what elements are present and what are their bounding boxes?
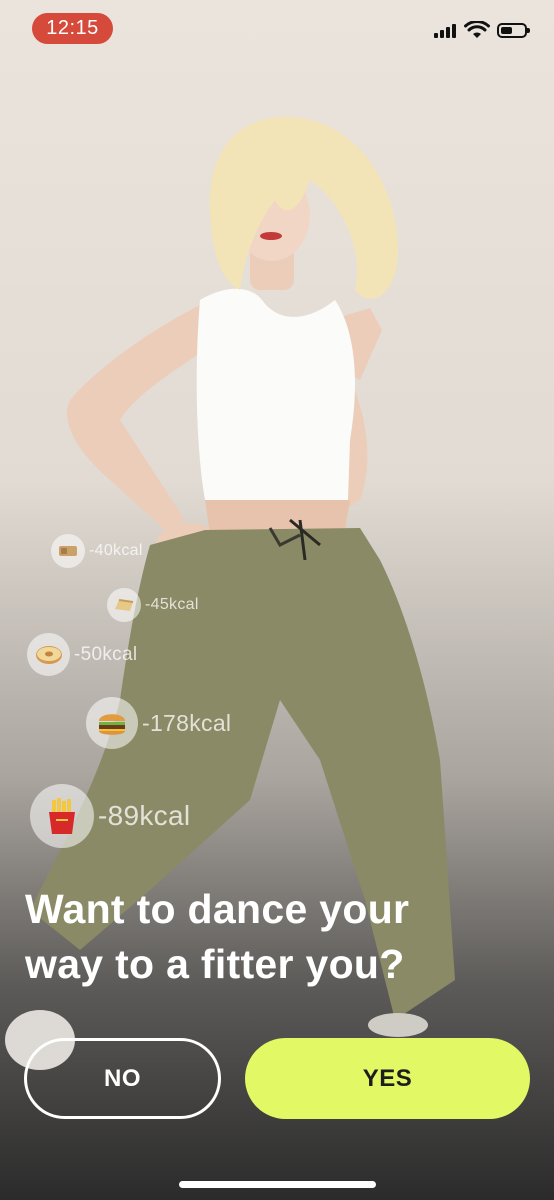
battery-icon	[497, 23, 530, 38]
yes-button[interactable]: YES	[245, 1038, 530, 1119]
no-button-label: NO	[104, 1064, 141, 1092]
status-bar: 12:15	[0, 0, 554, 56]
kcal-label: -50kcal	[74, 643, 138, 665]
title-line-1: Want to dance your	[25, 886, 410, 932]
no-button[interactable]: NO	[24, 1038, 221, 1119]
status-time: 12:15	[32, 13, 113, 44]
kcal-label: -178kcal	[142, 709, 232, 736]
kcal-item-cookie: -40kcal	[51, 534, 143, 568]
dancer-photo	[5, 116, 455, 1070]
donut-icon	[27, 633, 70, 676]
cookie-icon	[51, 534, 85, 568]
burger-icon	[86, 697, 138, 749]
bread-icon	[107, 588, 141, 622]
onboarding-screen: 12:15 -40kcal -45kcal -50kcal -178kcal -…	[0, 0, 554, 1200]
kcal-item-burger: -178kcal	[86, 697, 231, 749]
kcal-item-fries: -89kcal	[30, 784, 190, 848]
yes-button-label: YES	[362, 1064, 413, 1092]
fries-icon	[30, 784, 94, 848]
kcal-label: -40kcal	[89, 542, 143, 559]
home-indicator[interactable]	[179, 1181, 376, 1188]
kcal-item-donut: -50kcal	[27, 633, 137, 676]
kcal-label: -45kcal	[145, 596, 199, 613]
title-line-2: way to a fitter you?	[25, 941, 405, 987]
page-title: Want to dance your way to a fitter you?	[25, 882, 525, 992]
kcal-label: -89kcal	[98, 800, 191, 831]
cellular-signal-icon	[434, 24, 456, 38]
kcal-item-bread: -45kcal	[107, 588, 199, 622]
wifi-icon	[464, 21, 490, 38]
